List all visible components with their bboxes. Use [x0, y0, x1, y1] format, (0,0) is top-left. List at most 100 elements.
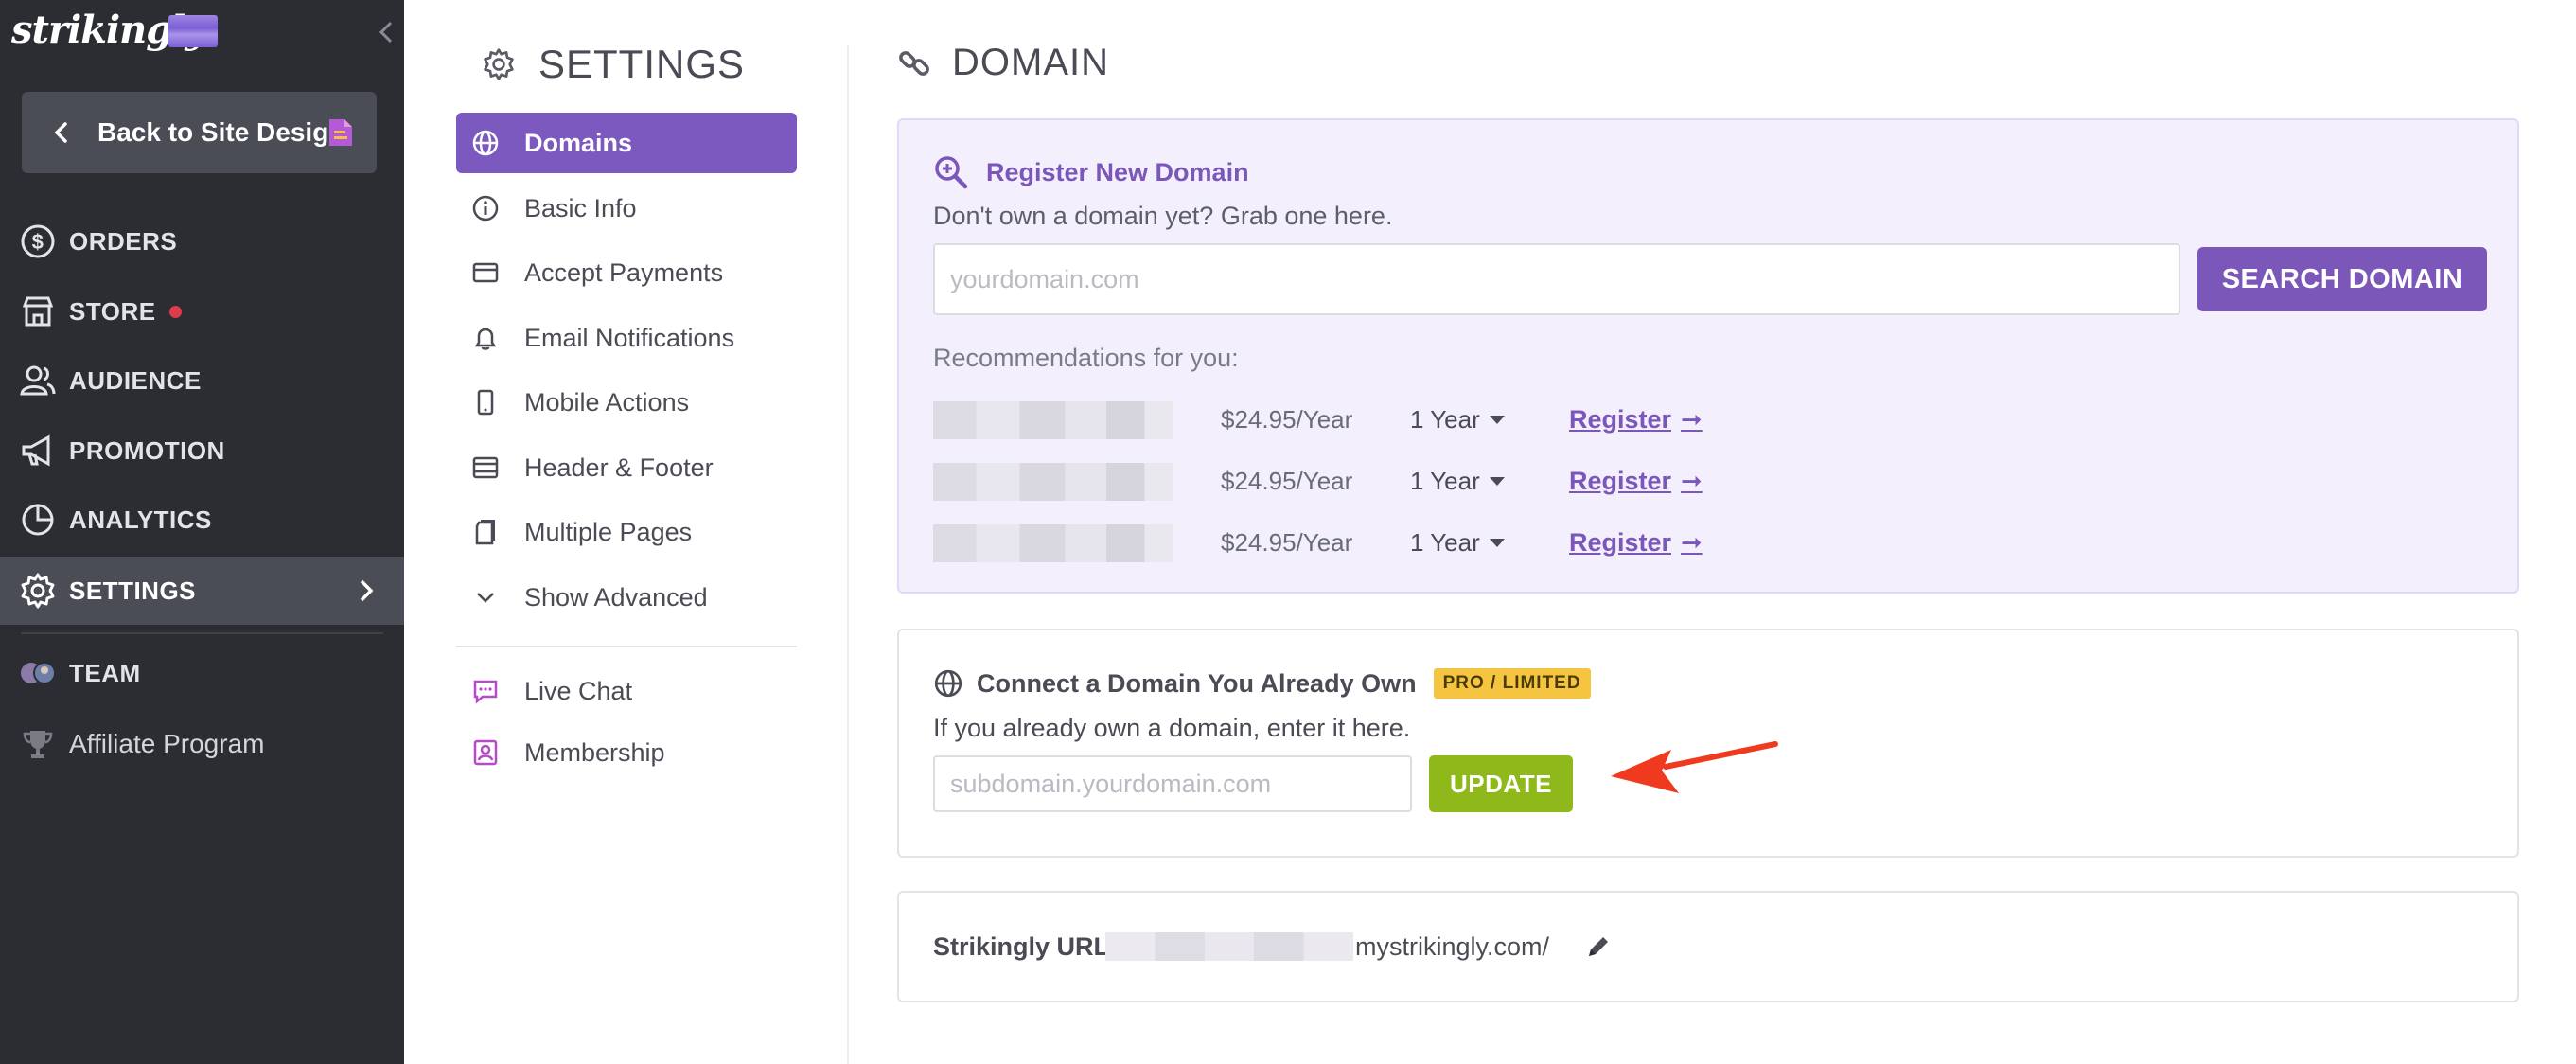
settings-item-multiple-pages[interactable]: Multiple Pages: [456, 502, 797, 562]
trophy-icon: [23, 731, 53, 758]
pages-icon: [475, 520, 495, 545]
settings-item-label: Live Chat: [524, 676, 633, 705]
gear-icon: [484, 48, 514, 80]
sidebar-item-label: STORE: [69, 296, 156, 326]
pro-limited-badge: PRO / LIMITED: [1433, 668, 1591, 699]
megaphone-icon: [22, 434, 50, 467]
header-footer-icon: [472, 456, 499, 479]
settings-item-label: Header & Footer: [524, 452, 714, 482]
domain-search-input[interactable]: [933, 243, 2180, 315]
register-link-label: Register: [1569, 405, 1672, 434]
blurred-domain-name: [933, 463, 1173, 501]
recommendation-row: $24.95/Year 1 Year Register ➞: [933, 463, 1785, 501]
mobile-icon: [477, 389, 494, 416]
term-dropdown[interactable]: 1 Year: [1410, 528, 1505, 558]
domain-heading: DOMAIN: [897, 42, 1109, 84]
sidebar-item-team[interactable]: TEAM: [0, 639, 404, 707]
settings-item-label: Show Advanced: [524, 582, 708, 612]
update-button[interactable]: UPDATE: [1429, 755, 1573, 812]
blurred-subdomain: [1105, 932, 1353, 961]
settings-item-label: Domains: [524, 128, 633, 157]
sidebar-item-audience[interactable]: AUDIENCE: [0, 346, 404, 415]
sidebar-item-label: AUDIENCE: [69, 365, 202, 395]
sidebar-item-promotion[interactable]: PROMOTION: [0, 417, 404, 485]
domain-price: $24.95/Year: [1221, 405, 1353, 434]
team-avatars-icon: [21, 662, 56, 684]
collapse-sidebar-icon[interactable]: [374, 13, 398, 51]
register-domain-title: Register New Domain: [986, 157, 1249, 186]
caret-down-icon: [1489, 416, 1505, 424]
svg-text:$: $: [32, 230, 44, 254]
notification-dot: [168, 305, 182, 318]
settings-item-domains[interactable]: Domains: [456, 113, 797, 173]
sidebar-item-label: ANALYTICS: [69, 505, 212, 534]
globe-icon: [934, 669, 962, 698]
info-icon: [472, 195, 499, 222]
caret-down-icon: [1489, 539, 1505, 547]
settings-item-accept-payments[interactable]: Accept Payments: [456, 242, 797, 303]
sidebar-item-analytics[interactable]: ANALYTICS: [0, 486, 404, 554]
sidebar-item-label: PROMOTION: [69, 435, 225, 465]
recommendations-label: Recommendations for you:: [933, 344, 1239, 372]
connect-domain-title: Connect a Domain You Already Own: [977, 668, 1417, 698]
register-link[interactable]: Register ➞: [1569, 528, 1703, 558]
storefront-icon: [22, 296, 54, 327]
sidebar-item-settings[interactable]: SETTINGS: [0, 557, 404, 625]
dollar-circle-icon: $: [21, 224, 55, 258]
register-link-label: Register: [1569, 528, 1672, 557]
settings-title: SETTINGS: [538, 42, 746, 86]
bell-icon: [474, 328, 497, 350]
term-value: 1 Year: [1410, 405, 1480, 434]
sidebar-item-label: ORDERS: [69, 226, 178, 256]
search-domain-button[interactable]: SEARCH DOMAIN: [2197, 247, 2487, 311]
register-domain-card: Register New Domain Don't own a domain y…: [897, 118, 2519, 594]
register-domain-title-row: Register New Domain: [933, 154, 1249, 190]
settings-item-membership[interactable]: Membership: [456, 722, 797, 783]
sidebar-item-affiliate[interactable]: Affiliate Program: [0, 710, 404, 778]
term-value: 1 Year: [1410, 467, 1480, 495]
arrow-right-icon: ➞: [1681, 528, 1703, 557]
caret-down-icon: [1489, 477, 1505, 486]
card-icon: [472, 262, 499, 283]
blurred-domain-name: [933, 524, 1173, 562]
sidebar-divider: [21, 632, 383, 634]
settings-item-label: Accept Payments: [524, 257, 724, 287]
annotation-arrow-icon: [1611, 741, 1778, 793]
arrow-right-icon: ➞: [1681, 405, 1703, 434]
settings-item-label: Basic Info: [524, 193, 637, 222]
arrow-right-icon: ➞: [1681, 467, 1703, 495]
pencil-edit-icon[interactable]: [1584, 932, 1613, 961]
settings-item-mobile-actions[interactable]: Mobile Actions: [456, 372, 797, 433]
settings-item-label: Membership: [524, 737, 665, 767]
recommendation-row: $24.95/Year 1 Year Register ➞: [933, 401, 1785, 439]
search-plus-icon: [935, 156, 968, 189]
domain-price: $24.95/Year: [1221, 528, 1353, 557]
sidebar-item-store[interactable]: STORE: [0, 277, 404, 346]
settings-section-divider: [456, 646, 797, 647]
settings-item-header-footer[interactable]: Header & Footer: [456, 437, 797, 498]
settings-item-email-notifications[interactable]: Email Notifications: [456, 308, 797, 368]
settings-item-basic-info[interactable]: Basic Info: [456, 178, 797, 239]
chevron-left-icon: [54, 122, 67, 143]
settings-heading: SETTINGS: [482, 42, 745, 87]
connect-domain-subtitle: If you already own a domain, enter it he…: [933, 714, 1411, 742]
strikingly-url-card: Strikingly URL: mystrikingly.com/: [897, 891, 2519, 1002]
register-link-label: Register: [1569, 467, 1672, 495]
chevron-right-icon: [360, 579, 374, 602]
custom-domain-input[interactable]: [933, 755, 1412, 812]
register-domain-subtitle: Don't own a domain yet? Grab one here.: [933, 202, 1393, 230]
connect-domain-title-row: Connect a Domain You Already Own PRO / L…: [933, 668, 1591, 699]
show-advanced-toggle[interactable]: Show Advanced: [456, 567, 797, 628]
term-dropdown[interactable]: 1 Year: [1410, 405, 1505, 434]
gear-icon: [21, 573, 55, 609]
register-link[interactable]: Register ➞: [1569, 467, 1703, 496]
term-dropdown[interactable]: 1 Year: [1410, 467, 1505, 496]
settings-item-live-chat[interactable]: Live Chat: [456, 661, 797, 721]
register-link[interactable]: Register ➞: [1569, 405, 1703, 434]
back-button-label: Back to Site Design: [97, 117, 345, 147]
sidebar-item-orders[interactable]: $ ORDERS: [0, 207, 404, 275]
back-to-site-design-button[interactable]: Back to Site Design: [22, 92, 377, 173]
blurred-domain-name: [933, 401, 1173, 439]
settings-divider-line: [847, 45, 849, 1064]
strikingly-url-label: Strikingly URL:: [933, 932, 1119, 961]
